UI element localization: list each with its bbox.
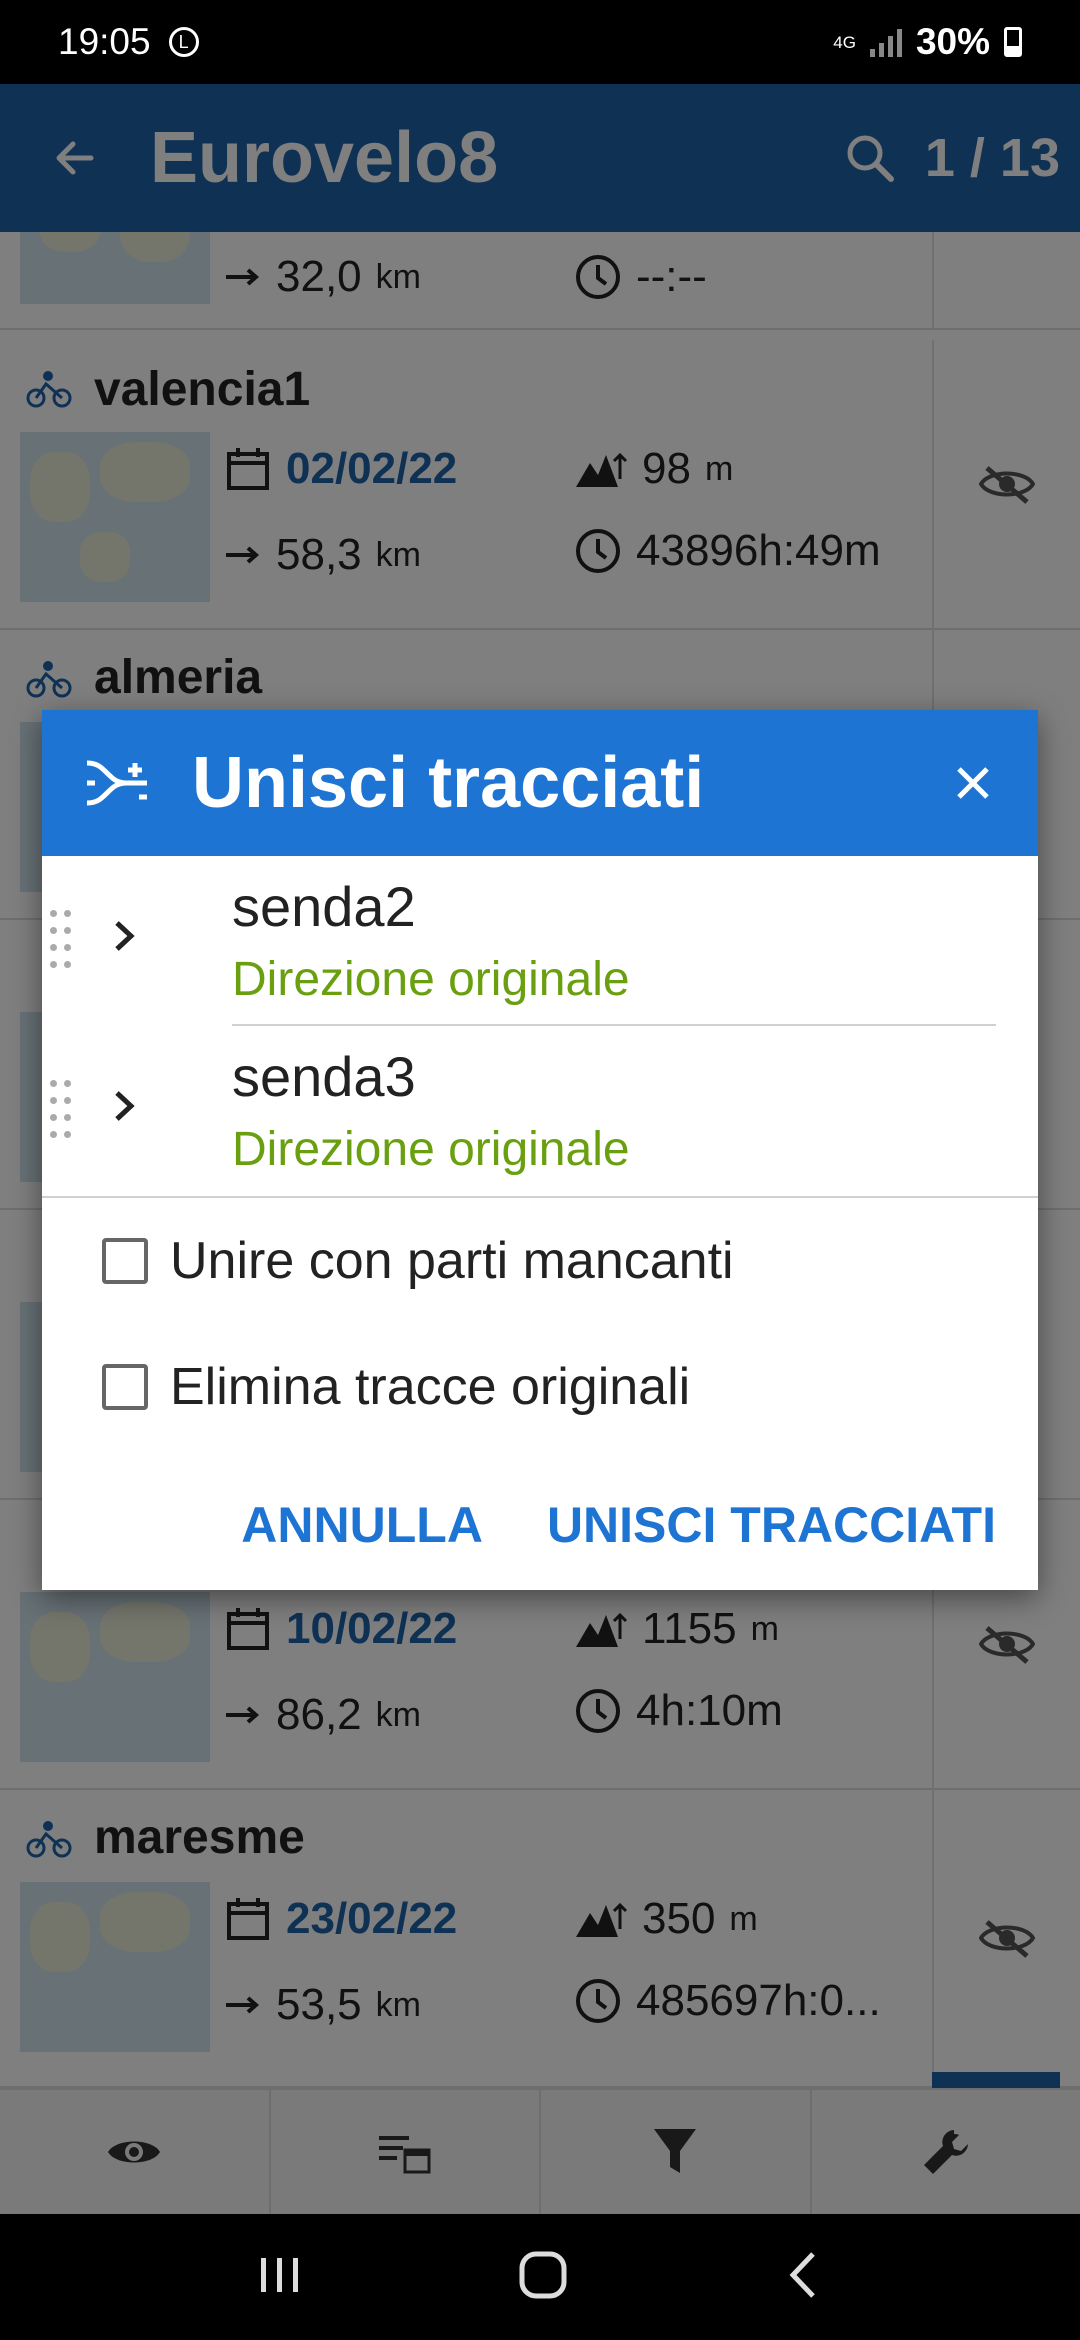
option-label: Unire con parti mancanti	[170, 1232, 734, 1290]
close-icon[interactable]	[908, 710, 1038, 856]
track-row-senda3[interactable]: senda3 Direzione originale	[42, 1026, 1038, 1196]
merge-tracks-icon	[42, 710, 192, 856]
chevron-right-icon[interactable]	[94, 906, 154, 966]
merge-tracks-button[interactable]: UNISCI TRACCIATI	[547, 1496, 996, 1554]
chevron-right-icon[interactable]	[94, 1076, 154, 1136]
checkbox[interactable]	[102, 1364, 148, 1410]
battery-icon	[1004, 27, 1022, 57]
option-delete-original-tracks[interactable]: Elimina tracce originali	[42, 1324, 1038, 1450]
battery-percent: 30%	[915, 21, 990, 62]
status-time: 19:05	[58, 21, 151, 62]
track-direction: Direzione originale	[232, 1123, 630, 1176]
home-icon[interactable]	[518, 2250, 568, 2305]
option-label: Elimina tracce originali	[170, 1358, 691, 1416]
track-name: senda3	[232, 1045, 416, 1108]
back-icon[interactable]	[783, 2250, 823, 2305]
system-nav-bar	[0, 2214, 1080, 2340]
signal-icon	[869, 27, 902, 57]
option-merge-missing-parts[interactable]: Unire con parti mancanti	[42, 1198, 1038, 1324]
merge-tracks-dialog: Unisci tracciati senda2 Direzione origin…	[42, 710, 1038, 1590]
drag-handle-icon[interactable]	[50, 1080, 72, 1142]
cancel-button[interactable]: ANNULLA	[241, 1496, 483, 1554]
clock-badge-icon: L	[168, 27, 199, 57]
dialog-header: Unisci tracciati	[42, 710, 1038, 856]
network-type: 4G	[833, 32, 856, 52]
dialog-title: Unisci tracciati	[192, 743, 705, 823]
dialog-actions: ANNULLA UNISCI TRACCIATI	[241, 1496, 996, 1554]
track-direction: Direzione originale	[232, 953, 630, 1006]
recents-icon[interactable]	[257, 2254, 303, 2301]
drag-handle-icon[interactable]	[50, 910, 72, 972]
track-name: senda2	[232, 875, 416, 938]
status-bar: 19:05 L 4G 30%	[0, 0, 1080, 84]
track-row-senda2[interactable]: senda2 Direzione originale	[42, 856, 1038, 1026]
checkbox[interactable]	[102, 1238, 148, 1284]
